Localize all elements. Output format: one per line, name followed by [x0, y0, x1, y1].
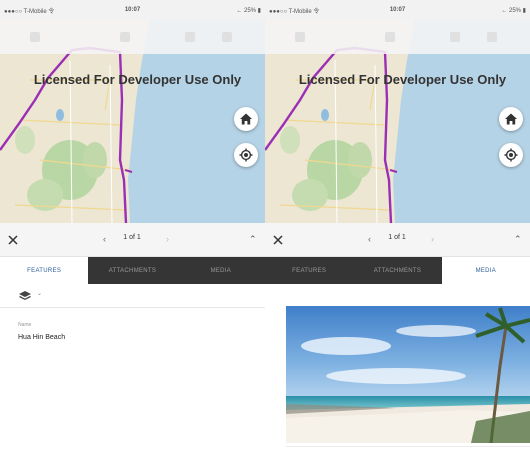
previous-feature-icon[interactable]: ‹ — [368, 234, 371, 244]
locate-button[interactable] — [499, 143, 523, 167]
locate-icon — [239, 148, 253, 162]
map-view[interactable]: Licensed For Developer Use Only — [265, 20, 530, 223]
collapse-icon[interactable]: ⌃ — [249, 234, 257, 245]
home-icon — [240, 113, 252, 125]
tab-attachments[interactable]: ATTACHMENTS — [88, 257, 177, 284]
previous-feature-icon[interactable]: ‹ — [103, 234, 106, 244]
feature-pager: 1 of 1 — [123, 234, 141, 241]
toolbar-icon[interactable] — [30, 32, 40, 42]
battery-indicator: ← 25% ▮ — [501, 7, 526, 14]
feature-pager: 1 of 1 — [388, 234, 406, 241]
status-bar: ●●●○○ T-Mobile 令 10:07 ← 25% ▮ — [265, 0, 530, 20]
chevron-down-icon: ⌄ — [37, 291, 43, 297]
tab-media[interactable]: MEDIA — [176, 257, 265, 284]
carrier-signal: ●●●○○ T-Mobile 令 — [4, 8, 55, 15]
carrier-signal: ●●●○○ T-Mobile 令 — [269, 8, 320, 15]
beach-photo — [286, 306, 530, 443]
tab-features[interactable]: FEATURES — [265, 257, 354, 284]
layers-icon — [19, 291, 31, 301]
map-header — [0, 20, 265, 54]
map-view[interactable]: Licensed For Developer Use Only — [0, 20, 265, 223]
tab-media[interactable]: MEDIA — [441, 257, 530, 284]
phone-right: ●●●○○ T-Mobile 令 10:07 ← 25% ▮ Licensed … — [265, 0, 530, 473]
toolbar-icon[interactable] — [222, 32, 232, 42]
toolbar-icon[interactable] — [185, 32, 195, 42]
map-header — [265, 20, 530, 54]
popup-header: ‹ 1 of 1 › ⌃ — [0, 223, 265, 257]
close-icon[interactable] — [271, 233, 285, 247]
media-divider — [286, 446, 530, 447]
locate-button[interactable] — [234, 143, 258, 167]
close-icon[interactable] — [6, 233, 20, 247]
home-button[interactable] — [234, 107, 258, 131]
home-icon — [505, 113, 517, 125]
developer-watermark: Licensed For Developer Use Only — [298, 72, 507, 87]
phone-left: ●●●○○ T-Mobile 令 10:07 ← 25% ▮ Licensed … — [0, 0, 265, 473]
popup-tabs: FEATURES ATTACHMENTS MEDIA — [0, 257, 265, 284]
layer-selector[interactable]: ⌄ — [0, 284, 265, 308]
field-value: Hua Hin Beach — [18, 334, 66, 341]
next-feature-icon[interactable]: › — [431, 234, 434, 244]
toolbar-icon[interactable] — [385, 32, 395, 42]
field-label: Name — [18, 322, 32, 328]
next-feature-icon[interactable]: › — [166, 234, 169, 244]
popup-header: ‹ 1 of 1 › ⌃ — [265, 223, 530, 257]
toolbar-icon[interactable] — [450, 32, 460, 42]
toolbar-icon[interactable] — [120, 32, 130, 42]
status-bar: ●●●○○ T-Mobile 令 10:07 ← 25% ▮ — [0, 0, 265, 20]
developer-watermark: Licensed For Developer Use Only — [33, 72, 242, 87]
popup-tabs: FEATURES ATTACHMENTS MEDIA — [265, 257, 530, 284]
tab-features[interactable]: FEATURES — [0, 257, 89, 284]
toolbar-icon[interactable] — [487, 32, 497, 42]
media-image[interactable] — [286, 306, 530, 443]
locate-icon — [504, 148, 518, 162]
home-button[interactable] — [499, 107, 523, 131]
collapse-icon[interactable]: ⌃ — [514, 234, 522, 245]
tab-attachments[interactable]: ATTACHMENTS — [353, 257, 442, 284]
toolbar-icon[interactable] — [295, 32, 305, 42]
battery-indicator: ← 25% ▮ — [236, 7, 261, 14]
